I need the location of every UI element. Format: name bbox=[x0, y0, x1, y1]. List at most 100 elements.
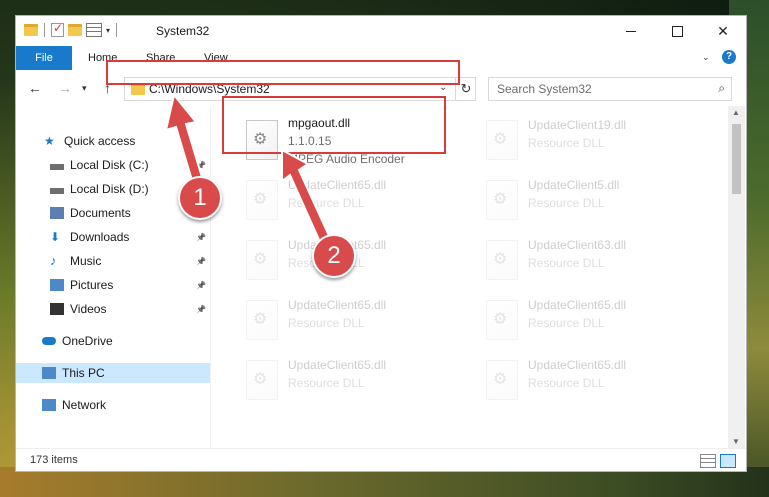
sidebar-item-label: Music bbox=[70, 254, 102, 268]
close-icon: ✕ bbox=[717, 22, 729, 39]
address-highlight-box bbox=[106, 60, 460, 85]
minimize-button[interactable] bbox=[608, 16, 654, 46]
help-icon[interactable]: ? bbox=[722, 50, 736, 64]
scroll-down-icon[interactable]: ▼ bbox=[732, 437, 740, 446]
pin-icon[interactable]: 📌 bbox=[196, 281, 206, 290]
sidebar-item-downloads[interactable]: ⬇ Downloads 📌 bbox=[16, 227, 210, 247]
sidebar-item-local-disk-c[interactable]: Local Disk (C:) 📌 bbox=[16, 155, 210, 175]
sidebar-item-pictures[interactable]: Pictures 📌 bbox=[16, 275, 210, 295]
file-description: Resource DLL bbox=[288, 196, 365, 210]
dll-file-icon bbox=[486, 300, 518, 340]
music-icon: ♪ bbox=[50, 253, 57, 268]
pin-icon[interactable]: 📌 bbox=[196, 233, 206, 242]
pin-icon[interactable]: 📌 bbox=[196, 305, 206, 314]
item-count: 173 items bbox=[30, 454, 78, 466]
vertical-scrollbar[interactable]: ▲ ▼ bbox=[728, 106, 745, 448]
documents-icon bbox=[50, 207, 64, 219]
details-view-icon[interactable] bbox=[700, 454, 716, 468]
forward-arrow-icon[interactable]: → bbox=[58, 80, 72, 96]
download-icon: ⬇ bbox=[50, 230, 61, 244]
file-description: Resource DLL bbox=[288, 316, 365, 330]
file-name: UpdateClient19.dll bbox=[528, 118, 627, 132]
scrollbar-thumb[interactable] bbox=[732, 124, 741, 194]
file-description: Resource DLL bbox=[288, 376, 365, 390]
sidebar-item-label: Local Disk (C:) bbox=[70, 158, 149, 172]
dll-file-icon bbox=[246, 300, 278, 340]
dll-file-icon bbox=[246, 360, 278, 400]
file-item[interactable]: UpdateClient65.dll Resource DLL bbox=[238, 174, 458, 230]
callout-step-2: 2 bbox=[312, 234, 356, 278]
sidebar-item-label: Network bbox=[62, 398, 107, 412]
sidebar-item-onedrive[interactable]: OneDrive bbox=[16, 331, 210, 351]
sidebar-item-label: This PC bbox=[62, 366, 105, 380]
dll-file-icon bbox=[246, 180, 278, 220]
star-icon: ★ bbox=[44, 134, 55, 148]
window-title: System32 bbox=[156, 24, 210, 38]
recent-locations-chevron-icon[interactable]: ▾ bbox=[82, 83, 87, 94]
maximize-button[interactable] bbox=[654, 16, 700, 46]
new-folder-icon[interactable] bbox=[68, 24, 82, 36]
sidebar-item-music[interactable]: ♪ Music 📌 bbox=[16, 251, 210, 271]
file-item[interactable]: UpdateClient19.dll Resource DLL bbox=[478, 114, 698, 170]
file-item[interactable]: UpdateClient63.dll Resource DLL bbox=[478, 234, 698, 290]
sidebar-item-label: Quick access bbox=[64, 134, 136, 148]
pane-divider[interactable] bbox=[210, 106, 211, 448]
file-item[interactable]: UpdateClient65.dll Resource DLL bbox=[238, 354, 458, 410]
search-icon[interactable]: ⌕ bbox=[718, 81, 725, 96]
drive-icon bbox=[50, 188, 64, 194]
sidebar-item-label: Local Disk (D:) bbox=[70, 182, 149, 196]
pin-icon[interactable]: 📌 bbox=[196, 257, 206, 266]
navigation-pane: ★ Quick access Local Disk (C:) 📌 Local Disk … bbox=[16, 106, 210, 448]
file-name: UpdateClient65.dll bbox=[288, 358, 387, 372]
sidebar-item-this-pc[interactable]: This PC bbox=[16, 363, 210, 383]
properties-icon[interactable] bbox=[86, 23, 102, 37]
file-item[interactable]: UpdateClient65.dll Resource DLL bbox=[478, 294, 698, 350]
maximize-icon bbox=[671, 25, 683, 37]
pin-icon[interactable]: 📌 bbox=[196, 161, 206, 170]
toolbar-separator bbox=[44, 23, 45, 37]
file-highlight-box bbox=[222, 96, 446, 154]
file-name: UpdateClient65.dll bbox=[528, 298, 627, 312]
sidebar-item-label: OneDrive bbox=[62, 334, 113, 348]
file-item[interactable]: UpdateClient65.dll Resource DLL bbox=[238, 294, 458, 350]
computer-icon bbox=[42, 367, 56, 379]
file-item[interactable]: UpdateClient65.dll Resource DLL bbox=[478, 354, 698, 410]
file-description: Resource DLL bbox=[528, 256, 605, 270]
file-list: mpgaout.dll1.1.0.15MPEG Audio EncoderUpd… bbox=[212, 106, 728, 448]
sidebar-item-quick-access[interactable]: ★ Quick access bbox=[16, 131, 210, 151]
dll-file-icon bbox=[486, 240, 518, 280]
large-icons-view-icon[interactable] bbox=[720, 454, 736, 468]
dll-file-icon bbox=[486, 360, 518, 400]
sidebar-item-network[interactable]: Network bbox=[16, 395, 210, 415]
file-description: Resource DLL bbox=[528, 376, 605, 390]
callout-step-1: 1 bbox=[178, 176, 222, 220]
pictures-icon bbox=[50, 279, 64, 291]
dll-file-icon bbox=[486, 180, 518, 220]
drive-icon bbox=[50, 164, 64, 170]
file-name: UpdateClient65.dll bbox=[528, 358, 627, 372]
file-description: Resource DLL bbox=[528, 136, 605, 150]
dll-file-icon bbox=[486, 120, 518, 160]
back-arrow-icon[interactable]: ← bbox=[28, 80, 42, 96]
file-description: Resource DLL bbox=[528, 196, 605, 210]
network-icon bbox=[42, 399, 56, 411]
search-placeholder: Search System32 bbox=[497, 82, 592, 96]
properties-check-icon[interactable] bbox=[51, 21, 64, 37]
title-bar: ▾ System32 ✕ bbox=[16, 16, 746, 46]
dll-file-icon bbox=[246, 240, 278, 280]
sidebar-item-label: Documents bbox=[70, 206, 131, 220]
file-item[interactable]: UpdateClient5.dll Resource DLL bbox=[478, 174, 698, 230]
customize-toolbar-chevron-icon[interactable]: ▾ bbox=[106, 26, 110, 35]
folder-icon bbox=[24, 24, 38, 36]
cloud-icon bbox=[42, 337, 56, 345]
file-name: UpdateClient65.dll bbox=[288, 178, 387, 192]
expand-ribbon-chevron-icon[interactable]: ⌄ bbox=[702, 52, 712, 63]
close-button[interactable]: ✕ bbox=[700, 16, 746, 46]
search-input[interactable]: Search System32 ⌕ bbox=[488, 77, 732, 101]
tab-file[interactable]: File bbox=[16, 46, 72, 70]
sidebar-item-videos[interactable]: Videos 📌 bbox=[16, 299, 210, 319]
sidebar-item-label: Downloads bbox=[70, 230, 130, 244]
scroll-up-icon[interactable]: ▲ bbox=[732, 108, 740, 117]
file-name: UpdateClient5.dll bbox=[528, 178, 620, 192]
desktop-wallpaper-bottom bbox=[0, 467, 769, 497]
